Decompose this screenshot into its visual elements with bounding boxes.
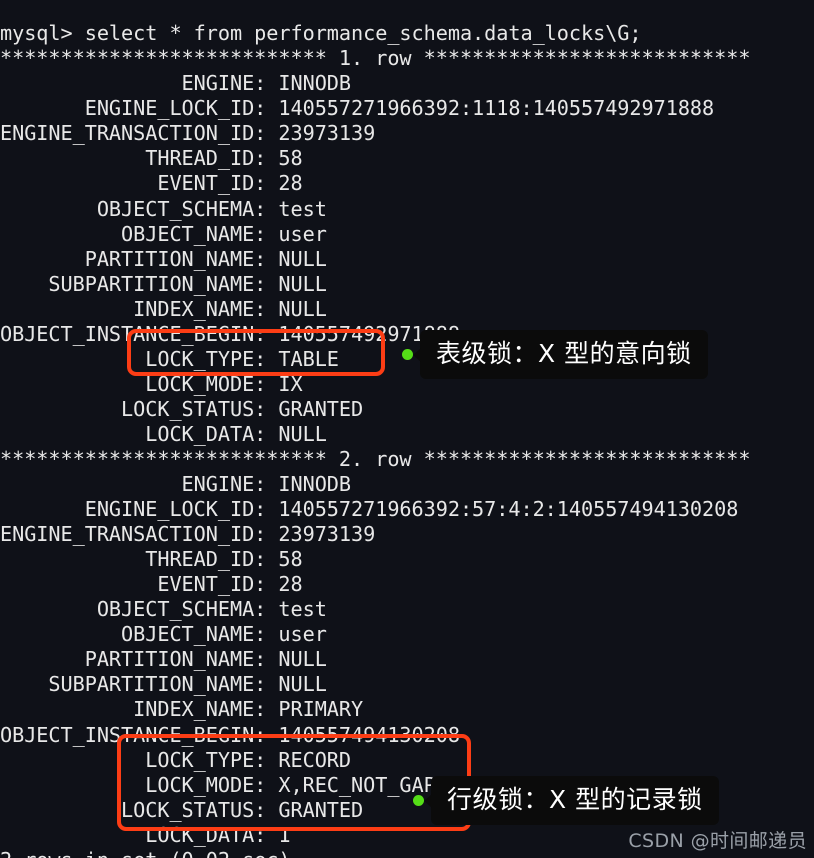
field-object_name: OBJECT_NAME: user xyxy=(0,221,327,246)
field-engine_lock_id: ENGINE_LOCK_ID: 140557271966392:1118:140… xyxy=(0,96,715,121)
field-object_schema: OBJECT_SCHEMA: test xyxy=(0,196,327,221)
annotation-record-lock: 行级锁：X 型的记录锁 xyxy=(413,776,719,825)
field-index_name: INDEX_NAME: NULL xyxy=(0,296,327,321)
field-thread_id: THREAD_ID: 58 xyxy=(0,146,303,171)
field-lock_type: LOCK_TYPE: RECORD xyxy=(0,747,352,772)
field-lock_status: LOCK_STATUS: GRANTED xyxy=(0,396,364,421)
field-thread_id: THREAD_ID: 58 xyxy=(0,547,303,572)
field-event_id: EVENT_ID: 28 xyxy=(0,572,303,597)
green-dot-icon xyxy=(413,795,424,806)
row-separator: *************************** 2. row *****… xyxy=(0,446,751,471)
field-engine_transaction_id: ENGINE_TRANSACTION_ID: 23973139 xyxy=(0,121,376,146)
field-partition_name: PARTITION_NAME: NULL xyxy=(0,647,327,672)
terminal-output: mysql> select * from performance_schema.… xyxy=(0,20,814,858)
annotation-table-lock: 表级锁：X 型的意向锁 xyxy=(402,330,708,379)
terminal-prompt-line: mysql> select * from performance_schema.… xyxy=(0,21,642,46)
annotation-table-lock-label: 表级锁：X 型的意向锁 xyxy=(413,330,708,379)
row-separator: *************************** 1. row *****… xyxy=(0,46,751,71)
field-partition_name: PARTITION_NAME: NULL xyxy=(0,246,327,271)
field-engine: ENGINE: INNODB xyxy=(0,71,352,96)
terminal-screenshot: mysql> select * from performance_schema.… xyxy=(0,0,814,858)
annotation-record-lock-label: 行级锁：X 型的记录锁 xyxy=(424,776,719,825)
field-engine_transaction_id: ENGINE_TRANSACTION_ID: 23973139 xyxy=(0,522,376,547)
field-engine_lock_id: ENGINE_LOCK_ID: 140557271966392:57:4:2:1… xyxy=(0,497,739,522)
field-object_name: OBJECT_NAME: user xyxy=(0,622,327,647)
field-index_name: INDEX_NAME: PRIMARY xyxy=(0,697,364,722)
field-object_instance_begin: OBJECT_INSTANCE_BEGIN: 140557494130208 xyxy=(0,722,460,747)
field-lock_data: LOCK_DATA: NULL xyxy=(0,421,327,446)
field-event_id: EVENT_ID: 28 xyxy=(0,171,303,196)
csdn-watermark: CSDN @时间邮递员 xyxy=(628,830,807,852)
field-object_schema: OBJECT_SCHEMA: test xyxy=(0,597,327,622)
green-dot-icon xyxy=(402,349,413,360)
field-subpartition_name: SUBPARTITION_NAME: NULL xyxy=(0,271,327,296)
field-subpartition_name: SUBPARTITION_NAME: NULL xyxy=(0,672,327,697)
field-engine: ENGINE: INNODB xyxy=(0,472,352,497)
